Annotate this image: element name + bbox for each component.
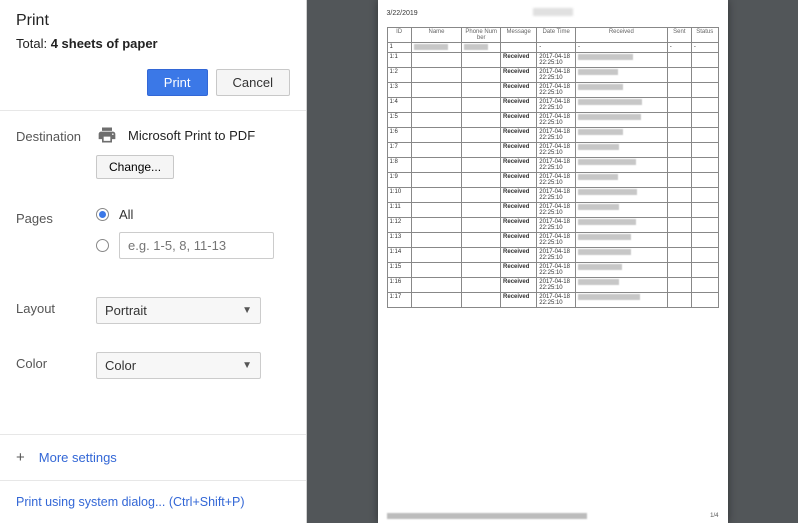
- table-header: Name: [411, 28, 462, 43]
- destination-value-row: Microsoft Print to PDF: [96, 125, 290, 145]
- table-header: Status: [691, 28, 718, 43]
- preview-footer: 1/4: [387, 513, 719, 519]
- total-value: 4 sheets of paper: [51, 36, 158, 51]
- preview-title-redacted: [533, 8, 573, 16]
- radio-range-icon[interactable]: [96, 239, 109, 252]
- table-header: Date Time: [537, 28, 576, 43]
- table-row: 1:4Received2017-04-18 22:25:10: [387, 97, 718, 112]
- system-dialog-link[interactable]: Print using system dialog... (Ctrl+Shift…: [0, 480, 306, 523]
- destination-row: Destination Microsoft Print to PDF Chang…: [0, 111, 306, 193]
- page-number: 1/4: [710, 513, 718, 519]
- preview-area[interactable]: 3/22/2019 IDNamePhone NumberMessageDate …: [307, 0, 798, 523]
- color-select[interactable]: Color ▼: [96, 352, 261, 379]
- print-button[interactable]: Print: [147, 69, 208, 96]
- table-row: 1:15Received2017-04-18 22:25:10: [387, 262, 718, 277]
- printer-icon: [96, 125, 118, 145]
- cancel-button[interactable]: Cancel: [216, 69, 290, 96]
- table-row: 1:16Received2017-04-18 22:25:10: [387, 277, 718, 292]
- destination-name: Microsoft Print to PDF: [128, 128, 255, 143]
- plus-icon: +: [16, 449, 25, 466]
- table-header: ID: [387, 28, 411, 43]
- table-row: 1:9Received2017-04-18 22:25:10: [387, 172, 718, 187]
- change-destination-button[interactable]: Change...: [96, 155, 174, 179]
- color-label: Color: [16, 352, 96, 371]
- color-row: Color Color ▼: [0, 338, 306, 393]
- table-row: 1:2Received2017-04-18 22:25:10: [387, 67, 718, 82]
- color-value: Color: [105, 358, 136, 373]
- header-block: Print Total: 4 sheets of paper Print Can…: [0, 0, 306, 111]
- more-settings-toggle[interactable]: + More settings: [0, 434, 306, 480]
- dialog-title: Print: [16, 12, 290, 30]
- table-row: 1:13Received2017-04-18 22:25:10: [387, 232, 718, 247]
- preview-page: 3/22/2019 IDNamePhone NumberMessageDate …: [378, 0, 728, 523]
- table-row: 1:5Received2017-04-18 22:25:10: [387, 112, 718, 127]
- table-row: 1:8Received2017-04-18 22:25:10: [387, 157, 718, 172]
- table-row: 1:6Received2017-04-18 22:25:10: [387, 127, 718, 142]
- total-prefix: Total:: [16, 36, 51, 51]
- destination-label: Destination: [16, 125, 96, 144]
- layout-row: Layout Portrait ▼: [0, 283, 306, 338]
- table-header: Phone Number: [462, 28, 501, 43]
- system-dialog-label: Print using system dialog... (Ctrl+Shift…: [16, 495, 245, 509]
- table-row: 1:11Received2017-04-18 22:25:10: [387, 202, 718, 217]
- table-row: 1:7Received2017-04-18 22:25:10: [387, 142, 718, 157]
- table-row: 1:14Received2017-04-18 22:25:10: [387, 247, 718, 262]
- layout-select[interactable]: Portrait ▼: [96, 297, 261, 324]
- settings-list: Destination Microsoft Print to PDF Chang…: [0, 111, 306, 434]
- pages-range-input[interactable]: [119, 232, 274, 259]
- radio-all-icon[interactable]: [96, 208, 109, 221]
- pages-all-option[interactable]: All: [96, 207, 290, 222]
- chevron-down-icon: ▼: [242, 305, 252, 316]
- table-header: Sent: [667, 28, 691, 43]
- pages-all-label: All: [119, 207, 133, 222]
- table-row: 1:17Received2017-04-18 22:25:10: [387, 292, 718, 307]
- preview-table: IDNamePhone NumberMessageDate TimeReceiv…: [387, 27, 719, 308]
- chevron-down-icon: ▼: [242, 360, 252, 371]
- pages-row: Pages All: [0, 193, 306, 283]
- table-row: 1:12Received2017-04-18 22:25:10: [387, 217, 718, 232]
- footer-path-redacted: [387, 513, 587, 519]
- button-row: Print Cancel: [16, 69, 290, 96]
- table-header: Received: [575, 28, 667, 43]
- pages-label: Pages: [16, 207, 96, 226]
- table-row: 1----: [387, 43, 718, 53]
- layout-value: Portrait: [105, 303, 147, 318]
- print-sidebar: Print Total: 4 sheets of paper Print Can…: [0, 0, 307, 523]
- table-row: 1:10Received2017-04-18 22:25:10: [387, 187, 718, 202]
- pages-range-option[interactable]: [96, 232, 290, 259]
- table-row: 1:1Received2017-04-18 22:25:10: [387, 52, 718, 67]
- layout-label: Layout: [16, 297, 96, 316]
- table-row: 1:3Received2017-04-18 22:25:10: [387, 82, 718, 97]
- total-line: Total: 4 sheets of paper: [16, 36, 290, 51]
- table-header: Message: [501, 28, 537, 43]
- more-settings-label: More settings: [39, 450, 117, 465]
